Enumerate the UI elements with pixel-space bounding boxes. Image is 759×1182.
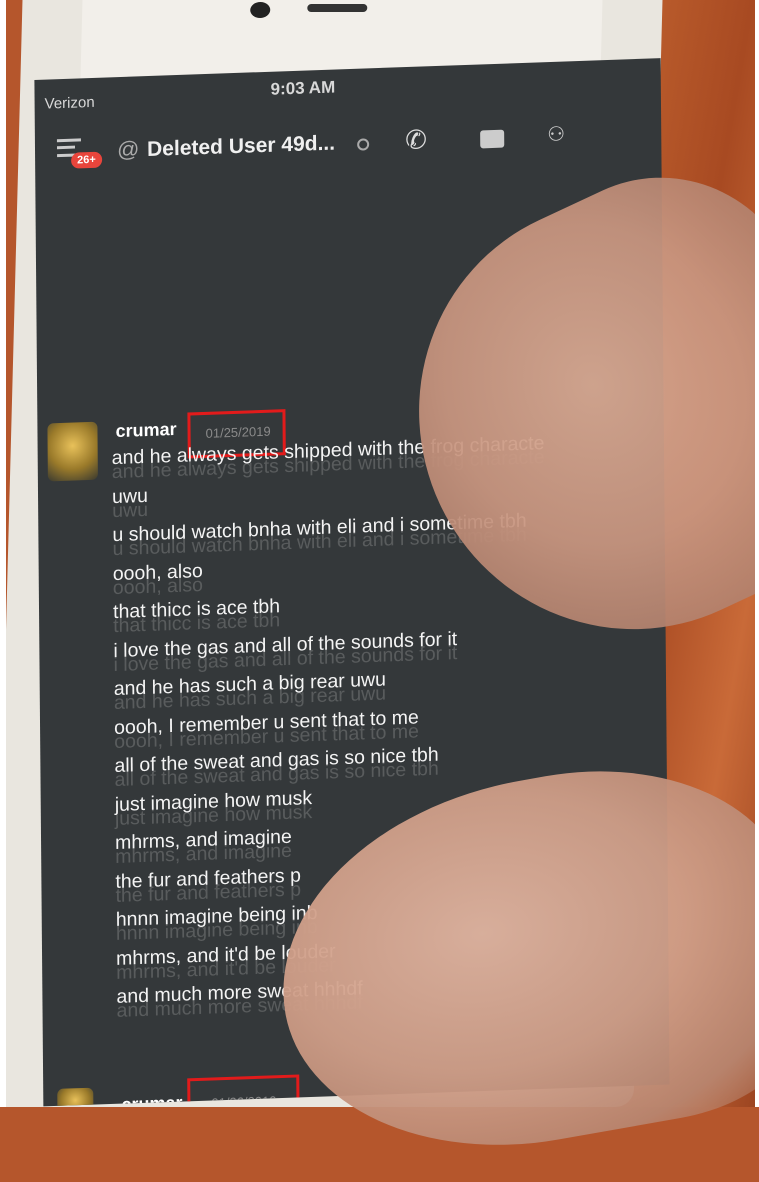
- frame-border: [0, 0, 759, 1107]
